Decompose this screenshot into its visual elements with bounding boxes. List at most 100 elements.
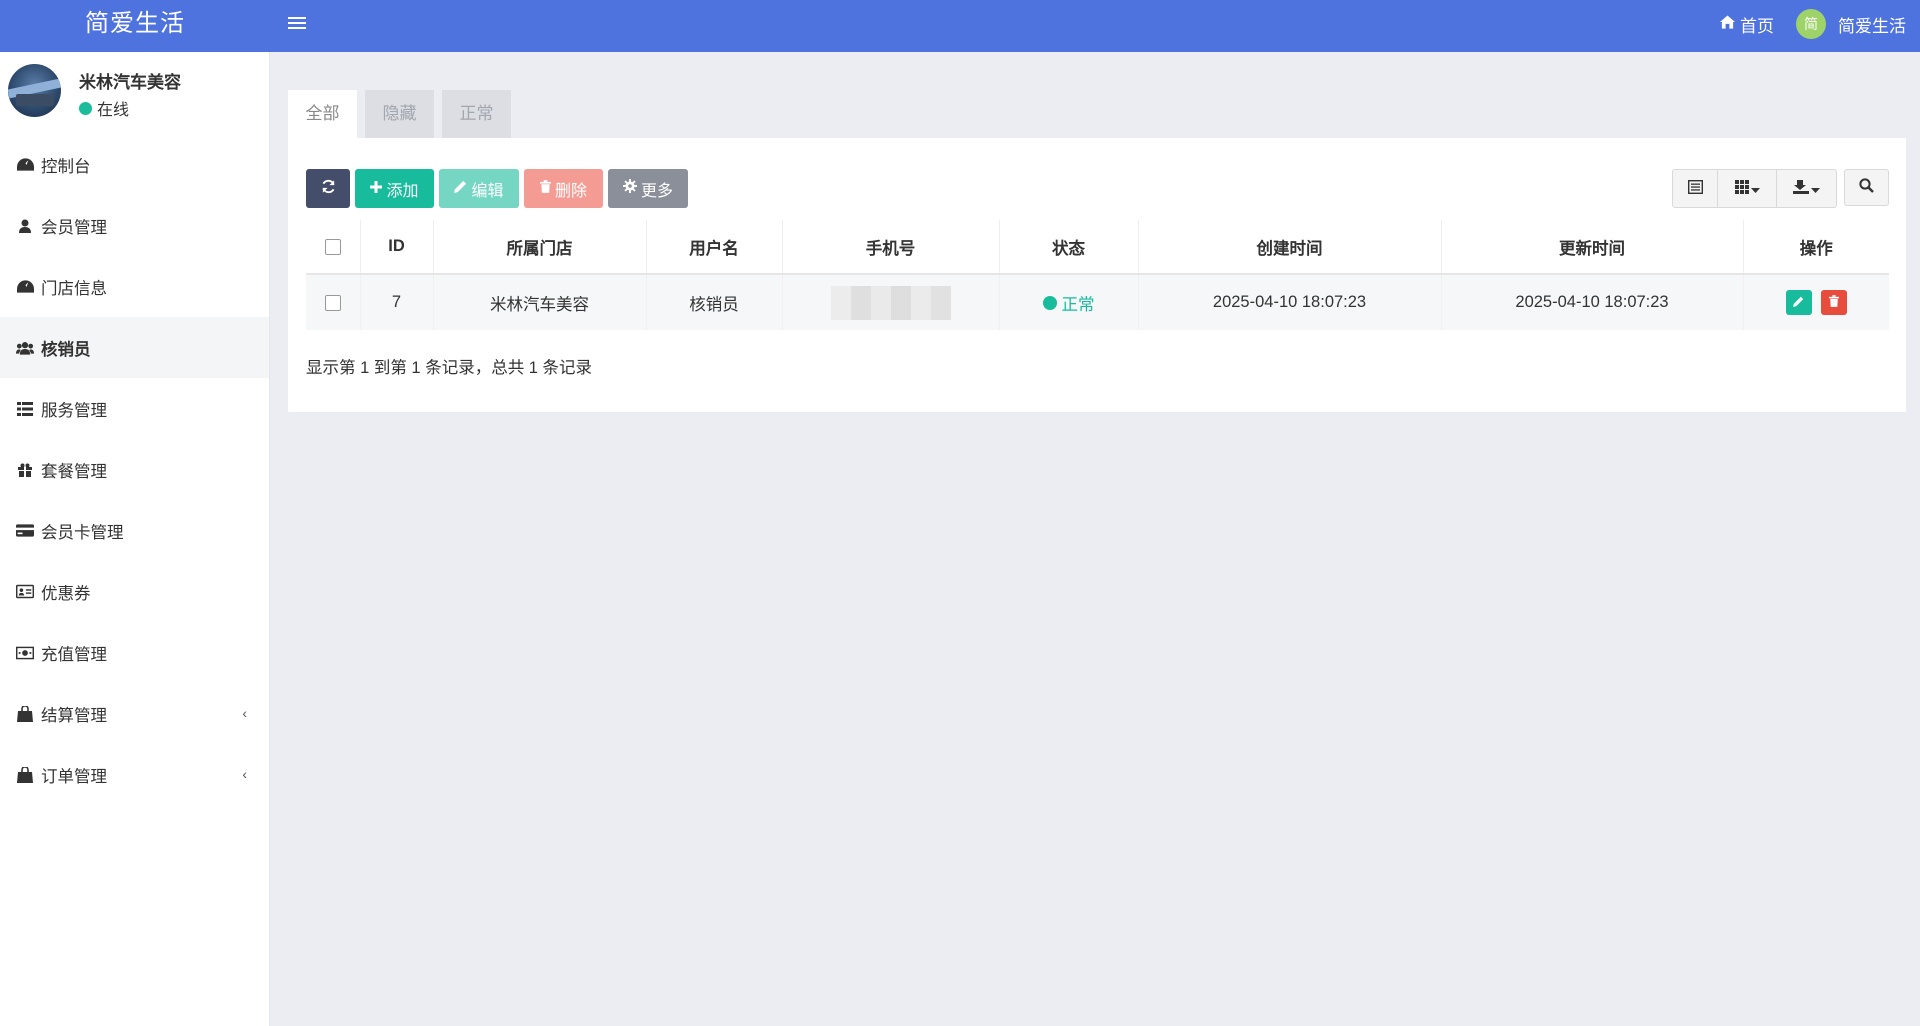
tab-normal[interactable]: 正常: [442, 90, 511, 138]
column-header[interactable]: 手机号: [782, 220, 999, 274]
sidebar: 米林汽车美容 在线 控制台 会员管理 门店信息: [0, 52, 270, 1026]
columns-button[interactable]: [1718, 170, 1777, 207]
edit-button-label: 编辑: [471, 177, 503, 201]
toolbar: 添加 编辑 删除 更多: [306, 169, 688, 208]
header-user-name: 简爱生活: [1838, 12, 1906, 37]
sidebar-item-label: 结算管理: [41, 702, 107, 726]
table-header-row: ID 所属门店 用户名 手机号 状态 创建时间 更新时间 操作: [306, 220, 1889, 274]
sidebar-item-verifiers[interactable]: 核销员: [0, 317, 269, 378]
select-all-checkbox[interactable]: [325, 239, 341, 255]
filter-tabs: 全部 隐藏 正常: [288, 90, 1906, 138]
money-icon: [16, 644, 34, 662]
id-card-icon: [16, 583, 34, 601]
delete-button[interactable]: 删除: [524, 169, 603, 208]
sidebar-item-dashboard[interactable]: 控制台: [0, 134, 269, 195]
sidebar-item-label: 优惠券: [41, 580, 91, 604]
sidebar-item-label: 服务管理: [41, 397, 107, 421]
column-header[interactable]: 创建时间: [1138, 220, 1441, 274]
column-header[interactable]: 状态: [999, 220, 1138, 274]
sidebar-item-services[interactable]: 服务管理: [0, 378, 269, 439]
grid-icon: [1735, 179, 1749, 199]
export-icon: [1793, 179, 1809, 199]
sidebar-item-label: 订单管理: [41, 763, 107, 787]
column-header: 操作: [1743, 220, 1889, 274]
caret-down-icon: [1751, 179, 1760, 199]
avatar: 简: [1796, 9, 1826, 39]
cell-id: 7: [360, 274, 433, 330]
status-label: 正常: [1062, 291, 1095, 315]
sidebar-item-member-cards[interactable]: 会员卡管理: [0, 500, 269, 561]
toggle-view-button[interactable]: [1673, 170, 1718, 207]
sidebar-nav: 控制台 会员管理 门店信息 核销员 服务管理: [0, 134, 269, 805]
add-button-label: 添加: [386, 177, 418, 201]
user-panel: 米林汽车美容 在线: [0, 52, 269, 130]
profile-image: [8, 64, 61, 117]
column-header[interactable]: ID: [360, 220, 433, 274]
table-row[interactable]: 7 米林汽车美容 核销员 正常 2025-04-10 18:07:23 2025…: [306, 274, 1889, 330]
user-status-label: 在线: [97, 96, 129, 120]
status-badge: 正常: [1043, 291, 1095, 315]
sidebar-item-recharge[interactable]: 充值管理: [0, 622, 269, 683]
row-edit-button[interactable]: [1786, 290, 1812, 315]
column-header[interactable]: 更新时间: [1441, 220, 1743, 274]
cell-actions: [1743, 274, 1889, 330]
status-dot-icon: [1043, 296, 1057, 310]
shopping-bag-icon: [16, 766, 34, 784]
sidebar-item-label: 核销员: [41, 336, 91, 360]
phone-redacted: [831, 286, 951, 320]
home-icon: [1720, 14, 1735, 34]
sidebar-user-name: 米林汽车美容: [79, 68, 181, 93]
refresh-button[interactable]: [306, 169, 350, 208]
user-status: 在线: [79, 96, 129, 120]
sidebar-item-label: 控制台: [41, 153, 91, 177]
more-button[interactable]: 更多: [608, 169, 688, 208]
pencil-icon: [1793, 293, 1804, 312]
users-icon: [16, 339, 34, 357]
user-icon: [16, 217, 34, 235]
top-header: 简爱生活 首页 简 简爱生活: [0, 0, 1920, 52]
sidebar-item-coupons[interactable]: 优惠券: [0, 561, 269, 622]
dashboard-icon: [16, 156, 34, 174]
search-button[interactable]: [1844, 169, 1889, 206]
sidebar-item-label: 充值管理: [41, 641, 107, 665]
row-select-cell: [306, 274, 360, 330]
online-dot-icon: [79, 102, 92, 115]
view-tools: [1672, 169, 1837, 208]
sidebar-item-settlement[interactable]: 结算管理 ‹: [0, 683, 269, 744]
dashboard-icon: [16, 278, 34, 296]
row-delete-button[interactable]: [1821, 290, 1847, 315]
sidebar-item-label: 会员管理: [41, 214, 107, 238]
column-header[interactable]: 所属门店: [433, 220, 646, 274]
row-checkbox[interactable]: [325, 295, 341, 311]
sidebar-item-store-info[interactable]: 门店信息: [0, 256, 269, 317]
sidebar-item-packages[interactable]: 套餐管理: [0, 439, 269, 500]
sidebar-item-orders[interactable]: 订单管理 ‹: [0, 744, 269, 805]
gift-icon: [16, 461, 34, 479]
edit-button[interactable]: 编辑: [439, 169, 519, 208]
sidebar-item-members[interactable]: 会员管理: [0, 195, 269, 256]
menu-toggle-icon[interactable]: [288, 14, 306, 34]
table-tools: [1672, 169, 1889, 208]
sidebar-item-label: 套餐管理: [41, 458, 107, 482]
trash-icon: [1829, 293, 1839, 312]
gear-icon: [623, 179, 637, 198]
delete-button-label: 删除: [555, 177, 587, 201]
add-button[interactable]: 添加: [355, 169, 434, 208]
home-link[interactable]: 首页: [1720, 12, 1774, 37]
list-icon: [16, 400, 34, 418]
brand-logo[interactable]: 简爱生活: [0, 0, 270, 52]
pagination-summary: 显示第 1 到第 1 条记录，总共 1 条记录: [306, 354, 592, 378]
export-button[interactable]: [1777, 170, 1836, 207]
tab-all[interactable]: 全部: [288, 90, 357, 138]
user-menu[interactable]: 简 简爱生活: [1796, 9, 1906, 39]
cell-created: 2025-04-10 18:07:23: [1138, 274, 1441, 330]
cell-status: 正常: [999, 274, 1138, 330]
column-header[interactable]: 用户名: [646, 220, 782, 274]
cell-phone: [782, 274, 999, 330]
cell-updated: 2025-04-10 18:07:23: [1441, 274, 1743, 330]
shopping-bag-icon: [16, 705, 34, 723]
table-panel: 添加 编辑 删除 更多: [288, 138, 1906, 412]
chevron-left-icon: ‹: [242, 766, 247, 782]
main-content: 全部 隐藏 正常 添加 编辑: [288, 90, 1906, 138]
tab-hidden[interactable]: 隐藏: [365, 90, 434, 138]
